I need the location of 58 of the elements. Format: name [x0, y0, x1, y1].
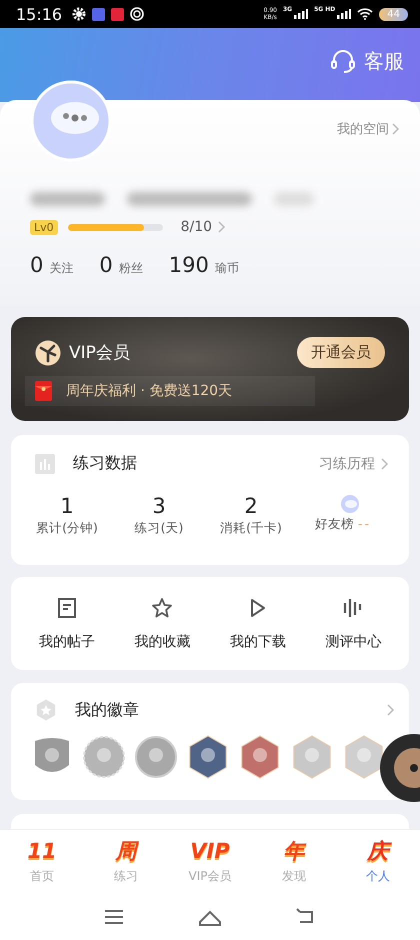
clock: 15:16: [16, 4, 62, 24]
battery-indicator: 44: [379, 8, 408, 20]
shortcut-label[interactable]: 测评中心: [325, 633, 382, 651]
gear-icon: [72, 7, 86, 21]
stat-label[interactable]: 瑜币: [214, 260, 239, 277]
level-progress-link[interactable]: 8/10: [180, 219, 212, 235]
tab[interactable]: VIP VIP会员: [168, 830, 252, 894]
stat-label: 练习(天): [134, 520, 184, 537]
chart-icon: [35, 454, 55, 474]
stat-value: 1: [60, 494, 74, 518]
stat-label: 累计(分钟): [36, 520, 98, 537]
tab[interactable]: 周 练习: [84, 830, 168, 894]
envelope-icon: [35, 381, 52, 401]
customer-service-link[interactable]: 客服: [364, 48, 404, 75]
app-icon: [111, 8, 124, 20]
play-icon[interactable]: [248, 597, 267, 619]
headset-icon[interactable]: [330, 48, 356, 74]
stat-value: 3: [152, 494, 166, 518]
stat-label[interactable]: 关注: [49, 260, 74, 277]
tab[interactable]: 年 发现: [252, 830, 336, 894]
home-icon[interactable]: [198, 908, 222, 926]
app-icon: [130, 7, 144, 21]
stat-value: 2: [244, 494, 258, 518]
shortcut-label[interactable]: 我的收藏: [134, 633, 190, 651]
signal-icon: [294, 9, 308, 19]
vip-logo-icon: [35, 340, 61, 366]
promo-banner[interactable]: 周年庆福利 · 免费送120天: [25, 376, 315, 406]
star-icon[interactable]: [151, 597, 174, 619]
stat-value[interactable]: 0: [99, 253, 113, 277]
chevron-icon[interactable]: [387, 704, 395, 716]
friends-ranking-link[interactable]: 好友榜 --: [314, 516, 371, 533]
app-icon: [92, 8, 106, 20]
stat-label[interactable]: 粉丝: [118, 260, 143, 277]
promo-text: 周年庆福利 · 免费送120天: [66, 382, 232, 400]
tab[interactable]: 11 首页: [0, 830, 84, 894]
back-icon[interactable]: [296, 908, 316, 926]
shortcut-label[interactable]: 我的帖子: [38, 633, 95, 651]
signal-icon: [337, 9, 352, 19]
wifi-icon: [357, 8, 374, 20]
chevron-icon[interactable]: [392, 123, 400, 135]
practice-history-link[interactable]: 习练历程: [319, 454, 375, 472]
my-space-link[interactable]: 我的空间: [337, 120, 389, 138]
open-membership-button[interactable]: 开通会员: [297, 337, 385, 368]
avatar-icon: [340, 494, 360, 514]
stat-value[interactable]: 0: [30, 253, 44, 277]
section-title: 练习数据: [73, 453, 137, 474]
document-icon[interactable]: [56, 597, 77, 619]
tab[interactable]: 庆 个人: [336, 830, 420, 894]
stat-value[interactable]: 190: [168, 253, 209, 277]
vip-title: VIP会员: [69, 342, 130, 364]
achievement-badge-icon[interactable]: [343, 735, 385, 779]
stat-label: 消耗(千卡): [220, 520, 282, 537]
chevron-icon[interactable]: [381, 458, 389, 470]
section-title: 我的徽章: [75, 700, 139, 720]
badge-star-icon: [35, 699, 57, 721]
shortcut-label[interactable]: 我的下载: [230, 633, 286, 651]
level-badge: Lv0: [30, 220, 58, 234]
menu-icon[interactable]: [104, 909, 124, 925]
